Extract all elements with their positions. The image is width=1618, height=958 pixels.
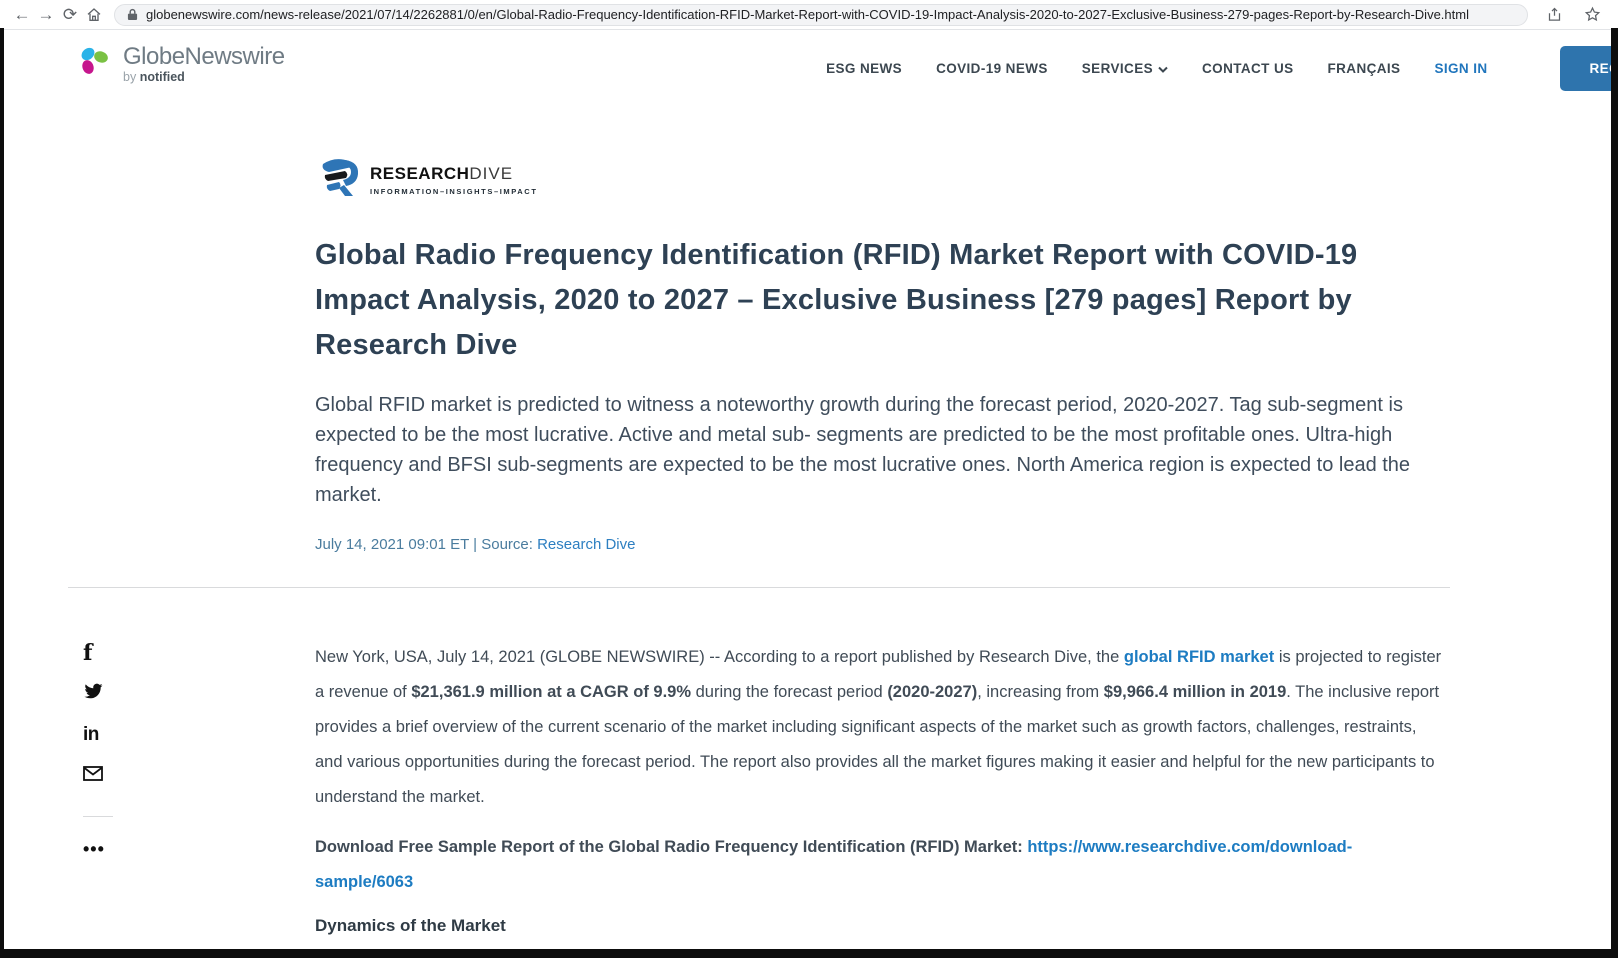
article-body: New York, USA, July 14, 2021 (GLOBE NEWS… — [315, 640, 1447, 936]
nav-contact-us[interactable]: CONTACT US — [1202, 61, 1294, 76]
source-link[interactable]: Research Dive — [537, 536, 635, 553]
twitter-share-icon[interactable] — [83, 682, 104, 724]
home-icon[interactable] — [82, 3, 106, 27]
chevron-down-icon — [1158, 61, 1168, 76]
address-bar[interactable]: globenewswire.com/news-release/2021/07/1… — [114, 4, 1528, 26]
brand-name-bold: RESEARCH — [370, 164, 469, 184]
logo-by: by — [123, 70, 140, 84]
nav-esg-news[interactable]: ESG NEWS — [826, 61, 902, 76]
window-frame-bottom — [0, 949, 1618, 958]
forecast-period: (2020-2027) — [887, 683, 977, 701]
back-icon[interactable]: ← — [10, 3, 34, 27]
linkedin-share-icon[interactable]: in — [83, 724, 99, 766]
research-dive-mark-icon — [315, 152, 361, 207]
social-share-rail: f in ••• — [83, 640, 109, 860]
paragraph-intro: New York, USA, July 14, 2021 (GLOBE NEWS… — [315, 640, 1447, 815]
window-frame-right — [1611, 28, 1618, 958]
revenue-figure: $21,361.9 million at a CAGR of 9.9% — [411, 683, 691, 701]
padlock-icon — [127, 8, 138, 21]
nav-covid-19-news[interactable]: COVID-19 NEWS — [936, 61, 1048, 76]
text-segment: New York, USA, July 14, 2021 (GLOBE NEWS… — [315, 648, 1124, 666]
brand-name-light: DIVE — [469, 164, 513, 184]
reload-icon[interactable]: ⟳ — [58, 3, 82, 27]
section-heading-dynamics: Dynamics of the Market — [315, 916, 1447, 936]
site-header: GlobeNewswire by notified ESG NEWS COVID… — [0, 30, 1618, 106]
window-frame-left — [0, 28, 4, 958]
research-dive-logo: RESEARCH DIVE INFORMATION–INSIGHTS–IMPAC… — [315, 152, 1447, 207]
logo-notified: notified — [140, 70, 185, 84]
bookmark-star-icon[interactable] — [1580, 3, 1604, 27]
logo-name: GlobeNewswire — [123, 45, 285, 69]
section-divider — [68, 587, 1450, 588]
main-nav: ESG NEWS COVID-19 NEWS SERVICES CONTACT … — [826, 46, 1618, 91]
email-share-icon[interactable] — [83, 766, 103, 808]
article-body-section: f in ••• New York, USA, July 14, 2021 (G… — [0, 640, 1618, 936]
text-segment: during the forecast period — [691, 683, 887, 701]
globenewswire-pinwheel-icon — [75, 45, 115, 92]
nav-francais[interactable]: FRANÇAIS — [1328, 61, 1401, 76]
text-segment: , increasing from — [977, 683, 1104, 701]
globenewswire-logo[interactable]: GlobeNewswire by notified — [75, 45, 285, 92]
dateline: July 14, 2021 09:01 ET | Source: Researc… — [315, 536, 1447, 553]
social-rail-divider — [83, 816, 113, 817]
article-header: RESEARCH DIVE INFORMATION–INSIGHTS–IMPAC… — [315, 152, 1447, 553]
forward-icon[interactable]: → — [34, 3, 58, 27]
paragraph-download: Download Free Sample Report of the Globa… — [315, 830, 1447, 900]
sign-in-link[interactable]: SIGN IN — [1434, 61, 1487, 76]
url-text[interactable]: globenewswire.com/news-release/2021/07/1… — [146, 7, 1515, 22]
article-title: Global Radio Frequency Identification (R… — [315, 233, 1447, 368]
globenewswire-wordmark: GlobeNewswire by notified — [123, 45, 285, 84]
browser-toolbar: ← → ⟳ globenewswire.com/news-release/202… — [0, 0, 1618, 30]
publish-date: July 14, 2021 09:01 ET | Source: — [315, 536, 537, 553]
facebook-share-icon[interactable]: f — [83, 640, 92, 682]
article-summary: Global RFID market is predicted to witne… — [315, 390, 1447, 510]
share-icon[interactable] — [1542, 3, 1566, 27]
download-label: Download Free Sample Report of the Globa… — [315, 838, 1027, 856]
brand-tagline: INFORMATION–INSIGHTS–IMPACT — [370, 187, 538, 196]
global-rfid-market-link[interactable]: global RFID market — [1124, 648, 1274, 666]
research-dive-wordmark: RESEARCH DIVE INFORMATION–INSIGHTS–IMPAC… — [370, 164, 538, 196]
text-segment: . The inclusive report provides a brief … — [315, 683, 1439, 806]
base-revenue-figure: $9,966.4 million in 2019 — [1104, 683, 1287, 701]
register-button[interactable]: REG — [1560, 46, 1618, 91]
nav-services[interactable]: SERVICES — [1082, 61, 1168, 76]
more-share-options-icon[interactable]: ••• — [83, 839, 105, 860]
